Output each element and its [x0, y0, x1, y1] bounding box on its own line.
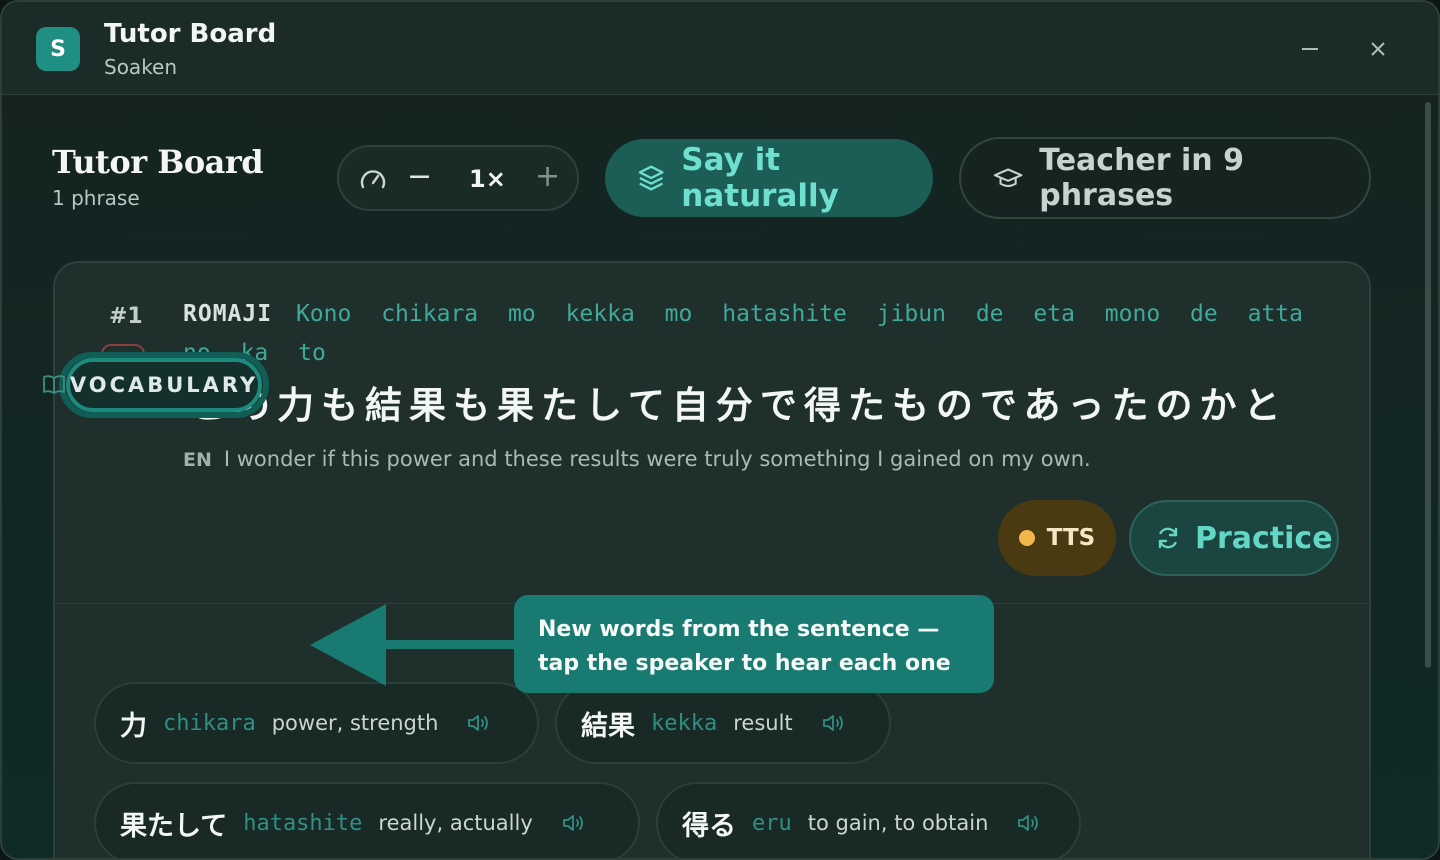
tooltip-line-1: New words from the sentence — [538, 617, 940, 642]
graduation-cap-icon [993, 168, 1023, 188]
romaji-word[interactable]: atta [1248, 301, 1303, 327]
teacher-phrases-label: Teacher in 9 phrases [1039, 143, 1244, 213]
vocab-chip[interactable]: 結果 kekka result [555, 682, 891, 764]
vocab-meaning: to gain, to obtain [807, 811, 989, 835]
vocab-chip[interactable]: 力 chikara power, strength [94, 682, 539, 764]
english-translation: EN I wonder if this power and these resul… [183, 447, 1091, 471]
speed-increase-button[interactable]: + [535, 159, 560, 194]
english-text: I wonder if this power and these results… [223, 447, 1091, 471]
vocab-kanji: 力 [120, 710, 147, 742]
vocab-romaji: kekka [651, 710, 718, 736]
vocab-meaning: really, actually [378, 811, 533, 835]
romaji-word[interactable]: de [1190, 301, 1218, 327]
tooltip-line-2: tap the speaker to hear each one [538, 651, 951, 676]
phrase-count: 1 phrase [52, 186, 140, 210]
close-button[interactable] [1361, 32, 1395, 66]
minimize-button[interactable] [1293, 32, 1327, 66]
vocab-kanji: 果たして [120, 810, 228, 842]
vocab-romaji: eru [752, 810, 792, 836]
romaji-word[interactable]: de [976, 301, 1004, 327]
romaji-word[interactable]: chikara [381, 301, 478, 327]
minimize-icon [1302, 48, 1318, 50]
speaker-icon[interactable] [821, 713, 845, 733]
gauge-icon [360, 170, 386, 189]
tts-label: TTS [1046, 525, 1096, 551]
phrase-number: #1 [109, 304, 143, 329]
layers-icon [638, 165, 664, 191]
vocab-romaji: chikara [163, 710, 256, 736]
title-bar: S Tutor Board Soaken [2, 2, 1438, 95]
app-title: Tutor Board [104, 19, 277, 49]
practice-button[interactable]: Practice [1129, 500, 1339, 576]
vocab-kanji: 得る [682, 810, 736, 842]
refresh-icon [1158, 527, 1178, 549]
romaji-word[interactable]: jibun [877, 301, 946, 327]
romaji-word[interactable]: Kono [296, 301, 351, 327]
speed-value: 1× [469, 165, 506, 193]
tooltip-arrow [310, 604, 518, 686]
phrase-card: #1 0% ROMAJI Kono chikara mo kekka mo ha… [53, 261, 1371, 858]
english-tag: EN [183, 449, 212, 471]
app-subtitle: Soaken [104, 55, 178, 79]
teacher-phrases-button[interactable]: Teacher in 9 phrases [959, 137, 1371, 219]
romaji-word[interactable]: mo [508, 301, 536, 327]
romaji-word[interactable]: eta [1033, 301, 1075, 327]
app-window: S Tutor Board Soaken Tutor Board 1 phras… [0, 0, 1440, 860]
vocab-meaning: power, strength [271, 711, 439, 735]
speed-decrease-button[interactable]: − [407, 159, 432, 194]
speed-control: − 1× + [337, 145, 579, 211]
vocab-meaning: result [733, 711, 793, 735]
tts-button[interactable]: TTS [998, 500, 1116, 576]
vocabulary-label: VOCABULARY [66, 358, 262, 412]
speaker-icon[interactable] [561, 813, 585, 833]
romaji-line: ROMAJI Kono chikara mo kekka mo hatashit… [183, 295, 1333, 373]
say-it-naturally-label: Say it naturally [681, 142, 839, 214]
speaker-icon[interactable] [1016, 813, 1040, 833]
app-icon: S [36, 27, 80, 71]
vocab-chip[interactable]: 果たして hatashite really, actually [94, 782, 640, 858]
close-icon [1371, 42, 1385, 56]
book-icon [43, 375, 65, 394]
scrollbar[interactable] [1425, 102, 1431, 668]
vocab-kanji: 結果 [581, 710, 635, 742]
romaji-word[interactable]: mono [1105, 301, 1160, 327]
romaji-word[interactable]: mo [665, 301, 693, 327]
vocab-chip[interactable]: 得る eru to gain, to obtain [656, 782, 1081, 858]
romaji-word[interactable]: kekka [566, 301, 635, 327]
tts-status-dot [1018, 530, 1035, 546]
romaji-label: ROMAJI [183, 301, 273, 327]
speaker-icon[interactable] [466, 713, 490, 733]
page-title: Tutor Board [52, 143, 264, 181]
say-it-naturally-button[interactable]: Say it naturally [605, 139, 933, 217]
romaji-word[interactable]: to [298, 340, 326, 366]
japanese-sentence: この力も結果も果たして自分で得たものであったのかと [189, 384, 1288, 427]
romaji-word[interactable]: hatashite [722, 301, 847, 327]
vocab-romaji: hatashite [243, 810, 363, 836]
onboarding-tooltip: New words from the sentence — tap the sp… [514, 595, 994, 693]
practice-label: Practice [1195, 520, 1333, 556]
